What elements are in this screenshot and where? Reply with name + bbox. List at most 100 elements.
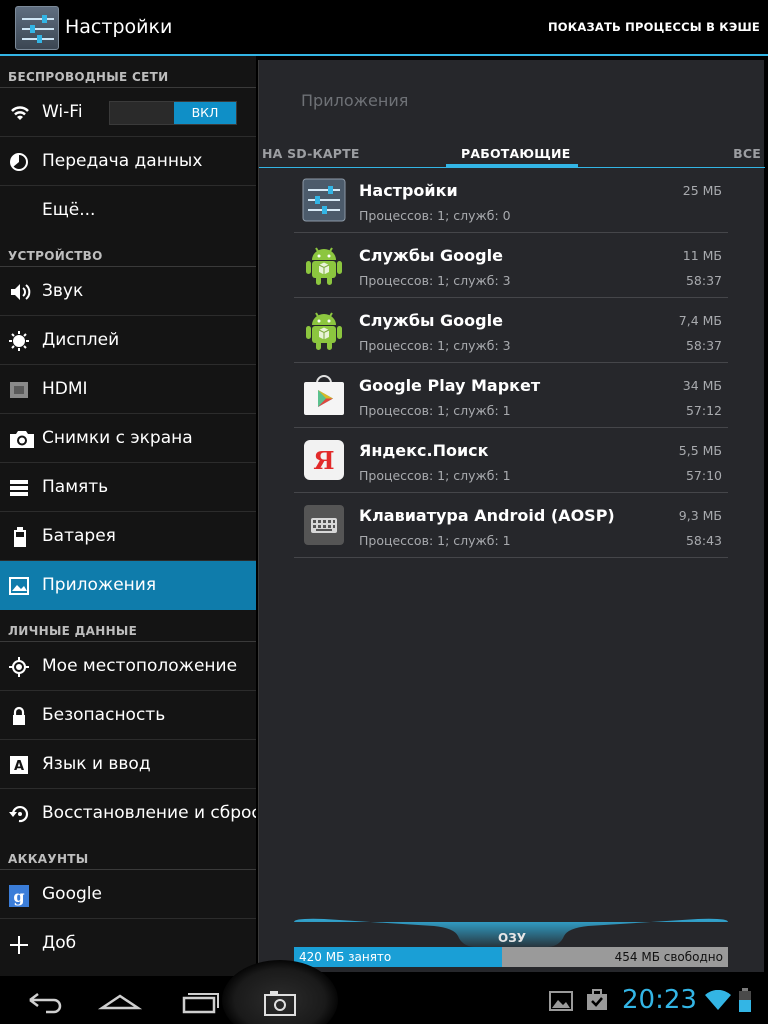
tab-running[interactable]: РАБОТАЮЩИЕ <box>461 146 570 161</box>
list-item[interactable]: Настройки Процессов: 1; служб: 0 25 МБ <box>294 168 728 233</box>
apps-pane: Приложения НА SD-КАРТЕ РАБОТАЮЩИЕ ВСЕ На… <box>258 60 765 972</box>
app-process-info: Процессов: 1; служб: 1 <box>359 403 511 418</box>
app-memory: 25 МБ <box>682 183 722 198</box>
section-header-personal: ЛИЧНЫЕ ДАННЫЕ <box>0 610 256 642</box>
sidebar-item-label: Google <box>42 884 102 904</box>
list-item[interactable]: Службы Google Процессов: 1; служб: 3 11 … <box>294 233 728 298</box>
pane-title: Приложения <box>301 91 409 110</box>
tab-all[interactable]: ВСЕ <box>733 146 761 161</box>
sidebar-item-security[interactable]: Безопасность <box>0 691 256 740</box>
show-cached-processes-button[interactable]: ПОКАЗАТЬ ПРОЦЕССЫ В КЭШЕ <box>548 20 760 34</box>
sidebar-item-display[interactable]: Дисплей <box>0 316 256 365</box>
sidebar-item-sound[interactable]: Звук <box>0 267 256 316</box>
sidebar-item-apps[interactable]: Приложения <box>0 561 256 610</box>
back-icon[interactable] <box>16 984 76 1018</box>
sidebar-item-more[interactable]: Ещё... <box>0 186 256 235</box>
language-icon: A <box>9 755 31 775</box>
home-icon[interactable] <box>90 984 150 1018</box>
app-name: Google Play Маркет <box>359 376 541 395</box>
system-nav-bar: 20:23 <box>0 960 768 1024</box>
app-uptime: 57:12 <box>685 403 722 418</box>
sidebar-item-label: Приложения <box>42 575 157 595</box>
app-process-info: Процессов: 1; служб: 3 <box>359 338 511 353</box>
sidebar-item-label: Память <box>42 477 109 497</box>
sidebar-item-battery[interactable]: Батарея <box>0 512 256 561</box>
sidebar-item-add-account[interactable]: Доб <box>0 919 256 968</box>
sidebar-item-label: Передача данных <box>42 151 203 171</box>
tab-sd-card[interactable]: НА SD-КАРТЕ <box>262 146 360 161</box>
sidebar-item-hdmi[interactable]: HDMI <box>0 365 256 414</box>
app-name: Службы Google <box>359 246 503 265</box>
keyboard-icon <box>302 503 346 547</box>
section-header-accounts: АККАУНТЫ <box>0 838 256 870</box>
sidebar-item-label: Безопасность <box>42 705 166 725</box>
running-apps-list: Настройки Процессов: 1; служб: 0 25 МБ С <box>294 168 728 558</box>
settings-sidebar: БЕСПРОВОДНЫЕ СЕТИ Wi-Fi ВКЛ Передача дан… <box>0 56 256 976</box>
wifi-icon <box>9 103 31 123</box>
wifi-signal-icon <box>705 989 731 1014</box>
sidebar-item-screenshots[interactable]: Снимки с экрана <box>0 414 256 463</box>
app-memory: 7,4 МБ <box>678 313 722 328</box>
list-item[interactable]: Клавиатура Android (AOSP) Процессов: 1; … <box>294 493 728 558</box>
sidebar-item-label: Ещё... <box>42 200 96 220</box>
app-memory: 34 МБ <box>682 378 722 393</box>
sidebar-item-location[interactable]: Мое местоположение <box>0 642 256 691</box>
ram-used-text: 420 МБ занято <box>299 950 392 964</box>
list-item[interactable]: Google Play Маркет Процессов: 1; служб: … <box>294 363 728 428</box>
sidebar-item-data-usage[interactable]: Передача данных <box>0 137 256 186</box>
app-process-info: Процессов: 1; служб: 1 <box>359 468 511 483</box>
app-name: Настройки <box>359 181 458 200</box>
app-process-info: Процессов: 1; служб: 1 <box>359 533 511 548</box>
ram-free-text: 454 МБ свободно <box>614 950 723 964</box>
sidebar-item-label: Wi-Fi <box>42 102 83 122</box>
lock-icon <box>9 706 31 726</box>
screenshot-icon[interactable] <box>250 984 310 1018</box>
list-item[interactable]: Я Яндекс.Поиск Процессов: 1; служб: 1 5,… <box>294 428 728 493</box>
app-name: Службы Google <box>359 311 503 330</box>
app-memory: 11 МБ <box>682 248 722 263</box>
google-icon: g <box>9 885 31 907</box>
sidebar-item-label: Мое местоположение <box>42 656 238 676</box>
ram-label: ОЗУ <box>498 931 526 945</box>
sidebar-item-label: HDMI <box>42 379 88 399</box>
sidebar-item-language[interactable]: A Язык и ввод <box>0 740 256 789</box>
sidebar-item-google[interactable]: g Google <box>0 870 256 919</box>
section-header-wireless: БЕСПРОВОДНЫЕ СЕТИ <box>0 56 256 88</box>
sidebar-item-storage[interactable]: Память <box>0 463 256 512</box>
gallery-notification-icon[interactable] <box>549 991 573 1015</box>
sidebar-item-label: Дисплей <box>42 330 120 350</box>
data-usage-icon <box>9 152 31 172</box>
recent-apps-icon[interactable] <box>170 984 230 1018</box>
list-item[interactable]: Службы Google Процессов: 1; служб: 3 7,4… <box>294 298 728 363</box>
wifi-toggle-on: ВКЛ <box>174 102 236 124</box>
app-uptime: 58:37 <box>685 338 722 353</box>
location-icon <box>9 657 31 677</box>
sidebar-item-label: Восстановление и сброс <box>42 803 256 823</box>
android-icon <box>302 243 346 287</box>
camera-icon <box>9 429 34 449</box>
settings-icon <box>302 178 346 222</box>
wifi-toggle[interactable]: ВКЛ <box>109 101 237 125</box>
display-icon <box>9 331 31 351</box>
app-uptime: 57:10 <box>685 468 722 483</box>
sidebar-item-wifi[interactable]: Wi-Fi ВКЛ <box>0 88 256 137</box>
android-icon <box>302 308 346 352</box>
sidebar-item-label: Доб <box>42 933 77 953</box>
play-store-icon <box>302 373 346 417</box>
storage-icon <box>9 478 31 498</box>
app-memory: 5,5 МБ <box>678 443 722 458</box>
apps-icon <box>9 576 31 596</box>
sidebar-item-backup-reset[interactable]: Восстановление и сброс <box>0 789 256 838</box>
svg-text:Я: Я <box>313 446 334 475</box>
sidebar-item-label: Звук <box>42 281 84 301</box>
add-icon <box>9 934 31 954</box>
download-notification-icon[interactable] <box>585 988 609 1016</box>
battery-icon <box>9 527 31 547</box>
backup-icon <box>9 804 31 824</box>
app-name: Яндекс.Поиск <box>359 441 489 460</box>
sidebar-item-label: Снимки с экрана <box>42 428 193 448</box>
app-memory: 9,3 МБ <box>678 508 722 523</box>
app-uptime: 58:37 <box>685 273 722 288</box>
settings-app-icon[interactable] <box>15 6 59 50</box>
action-bar: Настройки ПОКАЗАТЬ ПРОЦЕССЫ В КЭШЕ <box>0 0 768 56</box>
